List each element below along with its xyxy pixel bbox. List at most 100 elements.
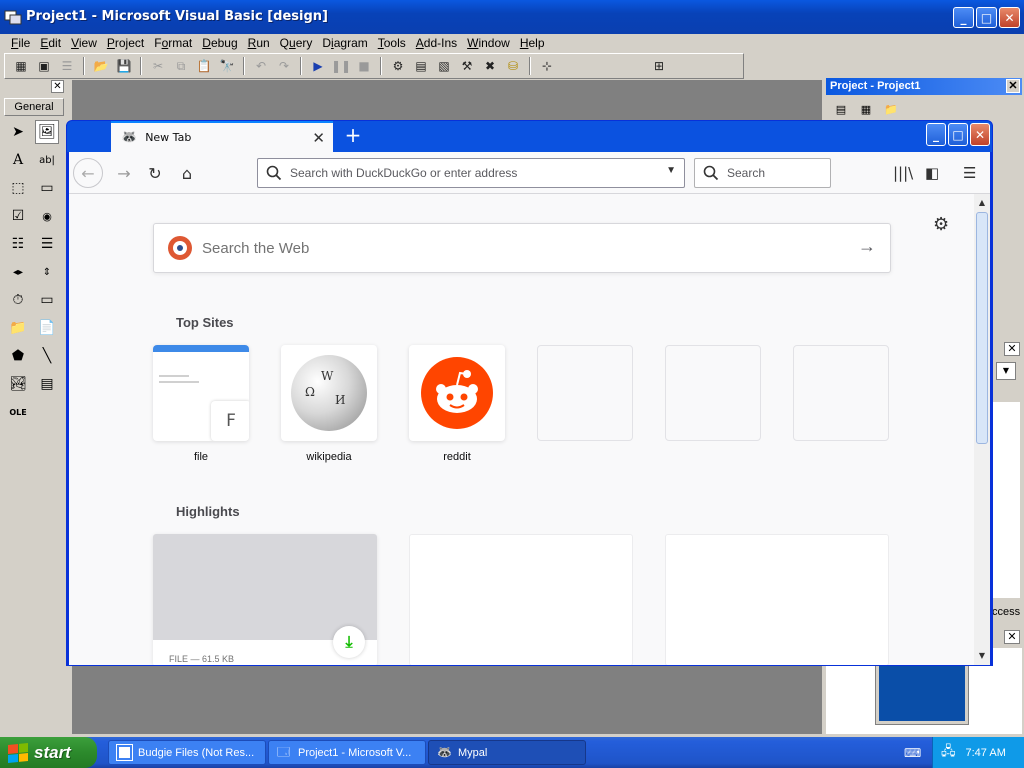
keyboard-icon[interactable]: ⌨ [904, 746, 921, 760]
shape-tool-icon[interactable]: ⬟ [6, 344, 30, 368]
taskbar-item-budgie-files[interactable]: Budgie Files (Not Res... [108, 740, 266, 765]
line-tool-icon[interactable]: ╲ [35, 344, 59, 368]
component-manager-icon[interactable]: ⊹ [537, 56, 557, 76]
library-icon[interactable]: |||\ [893, 164, 913, 182]
browser-tab-bar[interactable]: 🦝 New Tab ✕ + _ □ ✕ [67, 121, 992, 152]
open-project-icon[interactable]: 📂 [91, 56, 111, 76]
top-site-wikipedia[interactable]: WΩИ wikipedia [281, 345, 377, 463]
scroll-up-arrow-icon[interactable]: ▲ [975, 196, 989, 210]
page-scrollbar[interactable]: ▲ ▼ [974, 194, 990, 665]
data-view-icon[interactable]: ⛁ [503, 56, 523, 76]
combobox-tool-icon[interactable]: ☷ [6, 232, 30, 256]
top-site-file[interactable]: F file [153, 345, 249, 463]
web-search-box[interactable]: Search the Web → [153, 223, 891, 273]
menu-item[interactable]: Run [243, 34, 275, 52]
menu-item[interactable]: Tools [373, 34, 411, 52]
copy-icon[interactable]: ⧉ [171, 56, 191, 76]
taskbar-item-project1[interactable]: 🗔 Project1 - Microsoft V... [268, 740, 426, 765]
listbox-tool-icon[interactable]: ☰ [35, 232, 59, 256]
pointer-tool-icon[interactable]: ➤ [6, 120, 30, 144]
checkbox-tool-icon[interactable]: ☑ [6, 204, 30, 228]
commandbutton-tool-icon[interactable]: ▭ [35, 176, 59, 200]
scrollbar-thumb[interactable] [976, 212, 988, 444]
network-icon[interactable]: 🖧 [941, 742, 956, 764]
toolbox-icon[interactable]: ✖ [480, 56, 500, 76]
search-bar[interactable]: Search [694, 158, 831, 188]
textbox-tool-icon[interactable]: ab| [35, 148, 59, 172]
toolbox-close-icon[interactable]: ✕ [51, 80, 64, 93]
address-bar[interactable]: Search with DuckDuckGo or enter address … [257, 158, 685, 188]
hscrollbar-tool-icon[interactable]: ◂▸ [6, 260, 30, 284]
form-layout-close-icon[interactable]: ✕ [1004, 630, 1020, 644]
add-form-icon[interactable]: ▣ [34, 56, 54, 76]
toolbox-general-tab[interactable]: General [4, 98, 64, 116]
view-code-icon[interactable]: ▤ [830, 100, 852, 118]
dirlistbox-tool-icon[interactable]: 📁 [6, 316, 30, 340]
menu-item[interactable]: Format [149, 34, 197, 52]
gear-icon[interactable]: ⚙ [933, 214, 949, 235]
properties-window-icon[interactable]: ▤ [411, 56, 431, 76]
optionbutton-tool-icon[interactable]: ◉ [35, 204, 59, 228]
scroll-down-arrow-icon[interactable]: ▼ [975, 649, 989, 663]
menu-item[interactable]: Query [275, 34, 318, 52]
browser-maximize-button[interactable]: □ [948, 123, 968, 146]
view-object-icon[interactable]: ▦ [855, 100, 877, 118]
minimize-button[interactable]: _ [953, 7, 974, 28]
cut-icon[interactable]: ✂ [148, 56, 168, 76]
tab-close-icon[interactable]: ✕ [312, 129, 325, 147]
picturebox-tool-icon[interactable]: 🖼 [35, 120, 59, 144]
frame-tool-icon[interactable]: ⬚ [6, 176, 30, 200]
browser-minimize-button[interactable]: _ [926, 123, 946, 146]
clock[interactable]: 7:47 AM [966, 747, 1006, 759]
undo-icon[interactable]: ↶ [251, 56, 271, 76]
sidebar-toggle-icon[interactable]: ◧ [925, 164, 939, 182]
image-tool-icon[interactable]: 🏞 [6, 372, 30, 396]
filelistbox-tool-icon[interactable]: 📄 [35, 316, 59, 340]
chevron-down-icon[interactable]: ▼ [666, 165, 676, 176]
label-tool-icon[interactable]: A [6, 148, 30, 172]
menu-item[interactable]: Project [102, 34, 149, 52]
arrow-right-icon[interactable]: → [858, 236, 876, 257]
menu-item[interactable]: View [66, 34, 102, 52]
redo-icon[interactable]: ↷ [274, 56, 294, 76]
menu-item[interactable]: Help [515, 34, 550, 52]
timer-tool-icon[interactable]: ⏱ [6, 288, 30, 312]
back-arrow-icon[interactable]: ← [73, 158, 103, 188]
toggle-folders-icon[interactable]: 📁 [880, 100, 902, 118]
project-explorer-icon[interactable]: ⚙ [388, 56, 408, 76]
object-browser-icon[interactable]: ⚒ [457, 56, 477, 76]
drivelistbox-tool-icon[interactable]: ▭ [35, 288, 59, 312]
project-close-icon[interactable]: ✕ [1006, 79, 1020, 93]
menu-item[interactable]: Debug [197, 34, 242, 52]
menu-item[interactable]: Add-Ins [411, 34, 462, 52]
save-project-icon[interactable]: 💾 [114, 56, 134, 76]
start-button[interactable]: start [0, 737, 97, 768]
hamburger-menu-icon[interactable]: ☰ [963, 164, 976, 182]
taskbar-item-mypal[interactable]: 🦝 Mypal [428, 740, 586, 765]
reload-icon[interactable]: ↻ [140, 158, 170, 188]
form-layout-icon[interactable]: ▧ [434, 56, 454, 76]
paste-icon[interactable]: 📋 [194, 56, 214, 76]
menu-item[interactable]: Diagram [317, 34, 372, 52]
close-button[interactable]: ✕ [999, 7, 1020, 28]
vscrollbar-tool-icon[interactable]: ⇕ [35, 260, 59, 284]
vb-title-bar[interactable]: Project1 - Microsoft Visual Basic [desig… [0, 0, 1024, 34]
end-icon[interactable]: ■ [354, 56, 374, 76]
menu-item[interactable]: File [6, 34, 35, 52]
break-icon[interactable]: ❚❚ [331, 56, 351, 76]
properties-object-dropdown[interactable]: ▼ [996, 362, 1016, 380]
new-tab-plus-icon[interactable]: + [341, 124, 365, 148]
start-icon[interactable]: ▶ [308, 56, 328, 76]
data-tool-icon[interactable]: ▤ [35, 372, 59, 396]
highlight-card[interactable]: ⤓ FILE — 61.5 KB [153, 534, 377, 665]
properties-close-icon[interactable]: ✕ [1004, 342, 1020, 356]
forward-arrow-icon[interactable]: → [109, 158, 139, 188]
top-site-reddit[interactable]: reddit [409, 345, 505, 463]
maximize-button[interactable]: □ [976, 7, 997, 28]
find-icon[interactable]: 🔭 [217, 56, 237, 76]
ole-tool-icon[interactable]: OLE [6, 400, 30, 424]
menu-item[interactable]: Edit [35, 34, 66, 52]
tab-new-tab[interactable]: 🦝 New Tab ✕ [111, 121, 333, 152]
browser-close-button[interactable]: ✕ [970, 123, 990, 146]
add-project-icon[interactable]: ▦ [11, 56, 31, 76]
